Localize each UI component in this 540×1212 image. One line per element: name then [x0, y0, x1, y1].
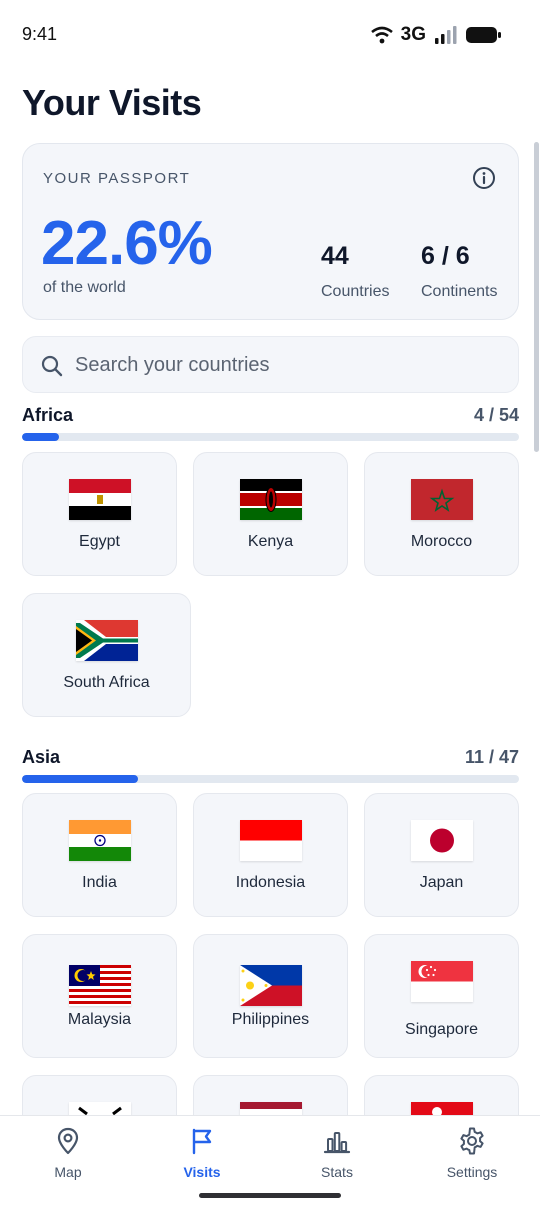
country-tile-india[interactable]: India: [22, 793, 177, 917]
nav-map[interactable]: Map: [8, 1126, 128, 1180]
nav-settings[interactable]: Settings: [412, 1126, 532, 1180]
passport-card: YOUR PASSPORT 22.6% of the world 44 Coun…: [22, 143, 519, 320]
nav-label: Stats: [321, 1164, 353, 1180]
country-tile-kenya[interactable]: Kenya: [193, 452, 348, 576]
section-name: Asia: [22, 747, 61, 767]
nav-stats[interactable]: Stats: [277, 1126, 397, 1180]
continents-stat: 6 / 6 Continents: [421, 242, 498, 301]
country-tile-morocco[interactable]: Morocco: [364, 452, 519, 576]
world-percent: 22.6%: [41, 209, 213, 278]
flag-malaysia-icon: [68, 965, 131, 1006]
country-name: Japan: [419, 874, 464, 891]
bar-chart-icon: [323, 1132, 351, 1154]
country-tile-indonesia[interactable]: Indonesia: [193, 793, 348, 917]
countries-stat: 44 Countries: [321, 242, 389, 301]
gear-icon: [460, 1127, 484, 1155]
countries-label: Countries: [321, 283, 390, 300]
country-tile-egypt[interactable]: Egypt: [22, 452, 177, 576]
flag-singapore-icon: [410, 961, 473, 1002]
country-name: Morocco: [410, 533, 473, 550]
section-progress: [22, 775, 519, 783]
country-name: Kenya: [247, 533, 294, 550]
country-name: Singapore: [405, 1021, 478, 1038]
status-icons: 3G: [370, 24, 502, 46]
flag-indonesia-icon: [239, 820, 302, 861]
nav-label: Visits: [183, 1164, 221, 1180]
country-name: Indonesia: [235, 874, 306, 891]
info-icon[interactable]: [472, 166, 496, 190]
countries-value: 44: [321, 242, 349, 270]
continents-label: Continents: [421, 283, 498, 300]
country-name: India: [82, 874, 117, 891]
continents-value: 6 / 6: [421, 242, 470, 270]
passport-label: YOUR PASSPORT: [43, 170, 191, 187]
flag-egypt-icon: [68, 479, 131, 520]
search-input[interactable]: [75, 345, 495, 385]
flag-south-africa-icon: [75, 620, 138, 661]
scrollbar-thumb[interactable]: [534, 142, 539, 452]
status-time: 9:41: [22, 24, 58, 44]
nav-visits[interactable]: Visits: [142, 1126, 262, 1180]
country-tile-philippines[interactable]: Philippines: [193, 934, 348, 1058]
country-name: South Africa: [63, 674, 150, 691]
search-icon: [41, 355, 63, 377]
flag-morocco-icon: [410, 479, 473, 520]
flag-icon: [192, 1128, 212, 1155]
section-progress-fill: [22, 433, 59, 441]
search-box[interactable]: [22, 336, 519, 393]
country-name: Philippines: [231, 1011, 310, 1028]
flag-japan-icon: [410, 820, 473, 861]
scrollbar[interactable]: [534, 142, 540, 452]
page-title: Your Visits: [22, 82, 202, 123]
section-count: 4 / 54: [473, 405, 519, 425]
battery-icon: [466, 27, 501, 43]
flag-philippines-icon: [239, 965, 302, 1006]
status-bar: 9:41 3G: [0, 0, 540, 70]
flag-kenya-icon: [239, 479, 302, 520]
nav-label: Map: [54, 1164, 82, 1180]
country-tile-japan[interactable]: Japan: [364, 793, 519, 917]
nav-label: Settings: [446, 1164, 498, 1180]
world-percent-caption: of the world: [43, 279, 126, 296]
country-name: Malaysia: [67, 1011, 132, 1028]
map-pin-icon: [57, 1127, 79, 1155]
wifi-icon: [370, 26, 393, 44]
section-progress-fill: [22, 775, 139, 783]
country-name: Egypt: [79, 533, 120, 550]
country-tile-malaysia[interactable]: Malaysia: [22, 934, 177, 1058]
network-label: 3G: [400, 24, 426, 45]
flag-india-icon: [68, 820, 131, 861]
signal-icon: [435, 26, 457, 44]
home-indicator: [199, 1193, 341, 1198]
section-name: Africa: [22, 405, 74, 425]
section-count: 11 / 47: [464, 747, 519, 767]
section-progress: [22, 433, 519, 441]
country-tile-south-africa[interactable]: South Africa: [22, 593, 191, 717]
country-tile-singapore[interactable]: Singapore: [364, 934, 519, 1058]
